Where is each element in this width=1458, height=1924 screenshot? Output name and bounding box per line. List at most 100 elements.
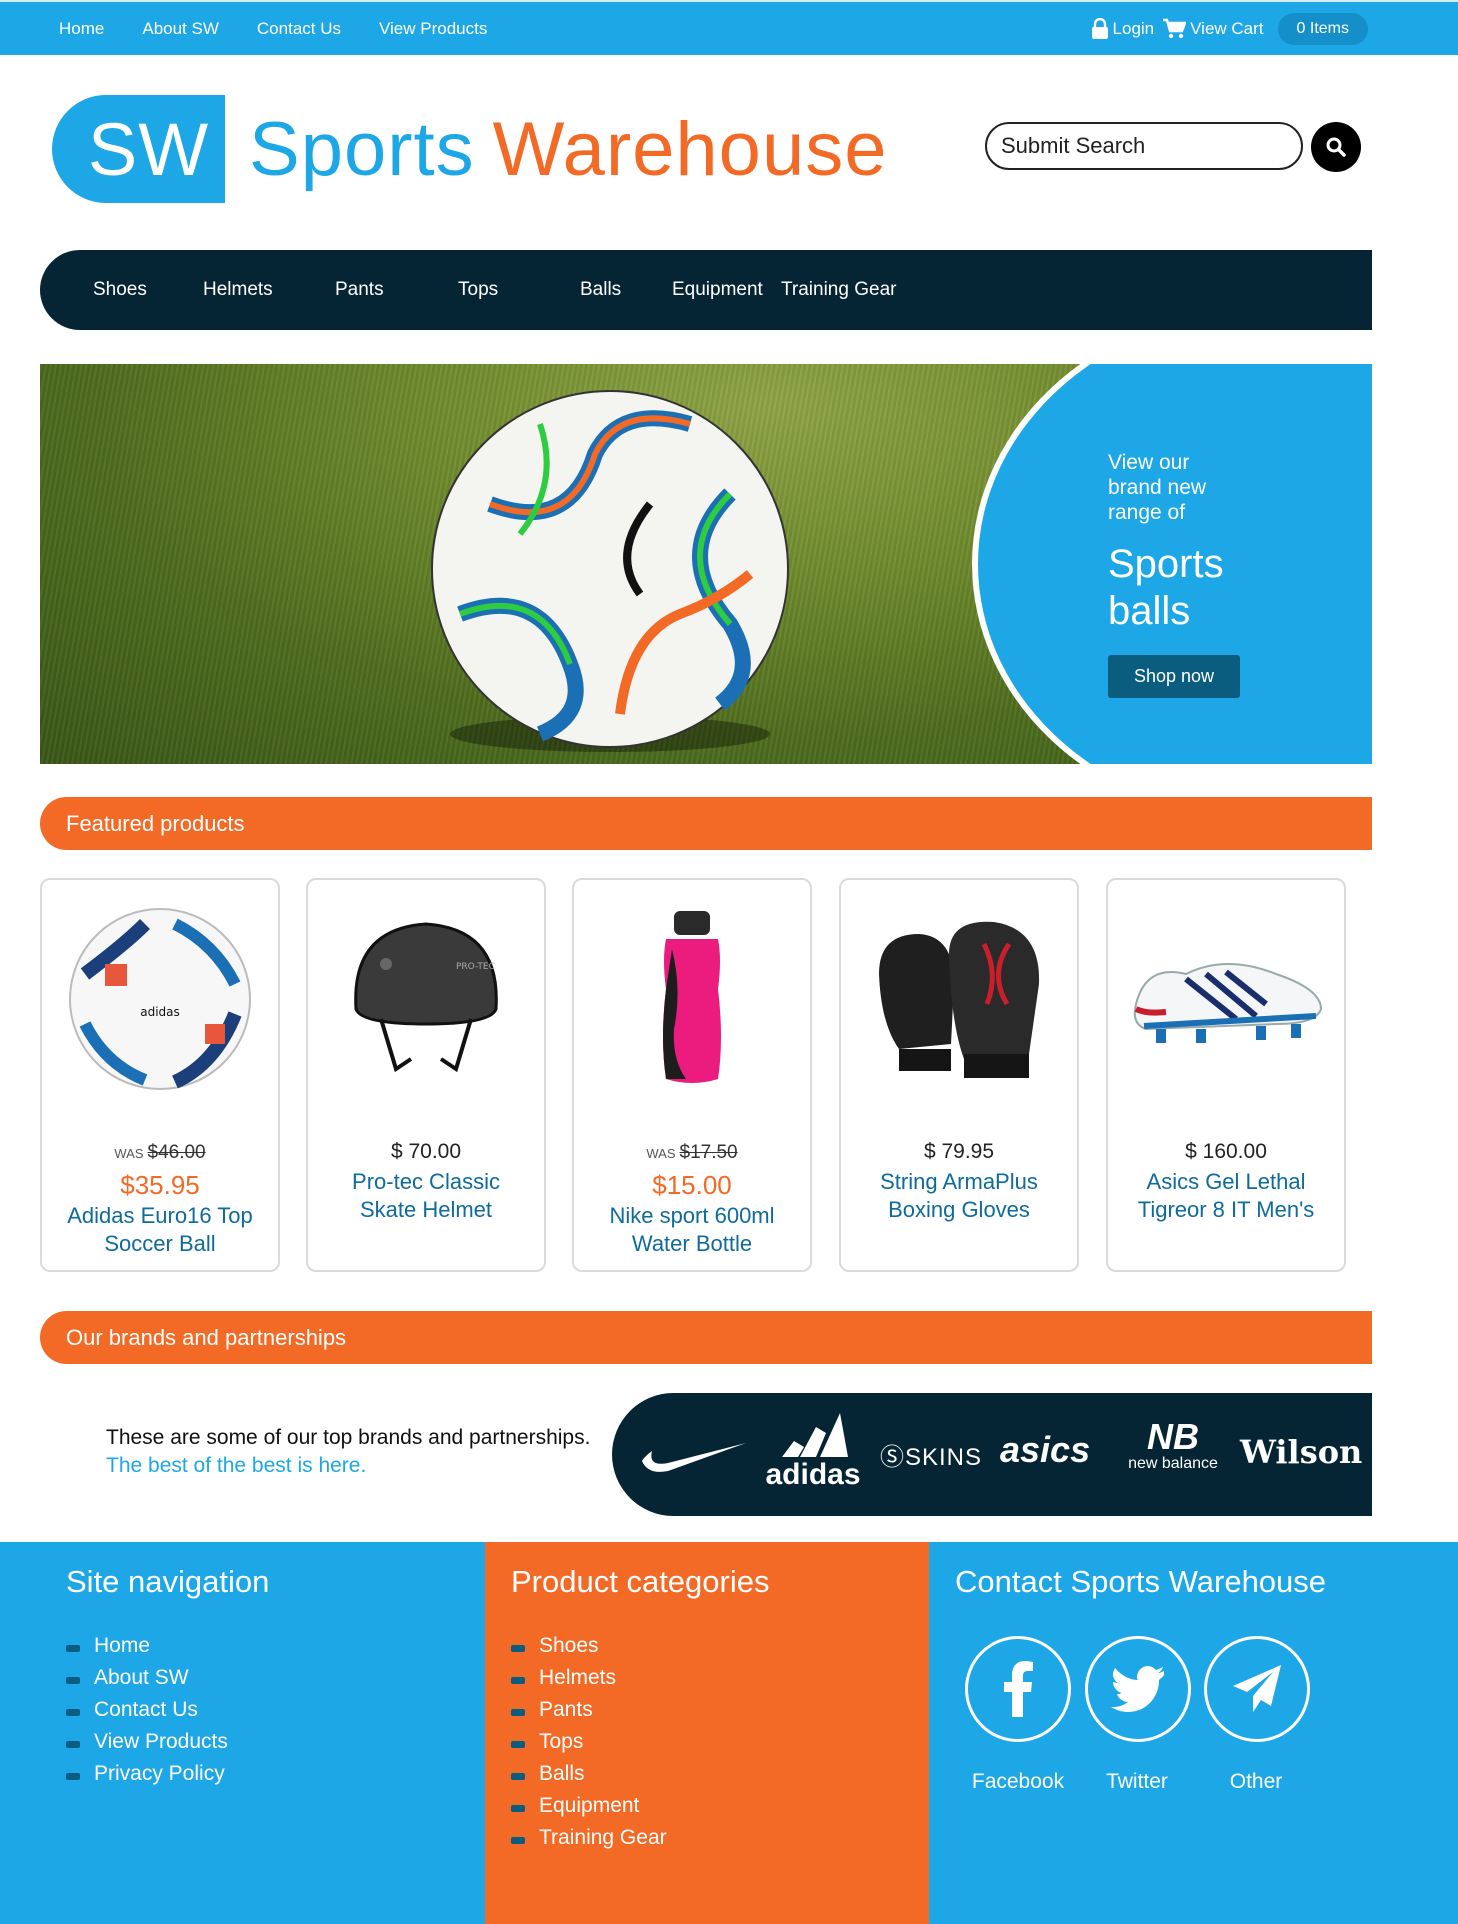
svg-text:adidas: adidas	[140, 1005, 180, 1019]
footer-category-item[interactable]: Training Gear	[511, 1822, 667, 1854]
product-name-link[interactable]: Pro-tec Classic Skate Helmet	[308, 1168, 544, 1224]
search-icon	[1326, 137, 1346, 157]
bullet-icon	[511, 1836, 525, 1844]
footer-nav-item[interactable]: Contact Us	[66, 1694, 228, 1726]
twitter-icon	[1111, 1666, 1164, 1712]
soccer-ball-image	[431, 390, 789, 752]
was-amount: $46.00	[147, 1142, 206, 1163]
featured-products-heading: Featured products	[40, 797, 1372, 850]
footer-category-item[interactable]: Equipment	[511, 1790, 667, 1822]
bullet-icon	[511, 1804, 525, 1812]
twitter-label[interactable]: Twitter	[1077, 1770, 1197, 1794]
footer-nav-item[interactable]: Privacy Policy	[66, 1758, 228, 1790]
footer-category-label: Tops	[539, 1730, 584, 1753]
footer-product-categories: Product categories Shoes Helmets Pants T…	[485, 1542, 929, 1924]
footer-category-label: Pants	[539, 1698, 593, 1721]
footer-category-label: Equipment	[539, 1794, 640, 1817]
logo-word-sports: Sports	[249, 106, 475, 192]
cart-items-badge[interactable]: 0 Items	[1277, 12, 1368, 45]
footer-category-label: Shoes	[539, 1634, 599, 1657]
footer-nav-label: Contact Us	[94, 1698, 198, 1721]
footer-category-label: Balls	[539, 1762, 585, 1785]
other-label[interactable]: Other	[1196, 1770, 1316, 1794]
footer-nav-label: Privacy Policy	[94, 1762, 225, 1785]
footer-category-item[interactable]: Pants	[511, 1694, 667, 1726]
product-card[interactable]: PRO-TEC $ 70.00 Pro-tec Classic Skate He…	[306, 878, 546, 1272]
category-shoes[interactable]: Shoes	[93, 279, 147, 301]
product-image: PRO-TEC	[318, 894, 534, 1104]
view-cart-label: View Cart	[1190, 18, 1264, 38]
category-training-gear[interactable]: Training Gear	[781, 279, 896, 301]
product-name-link[interactable]: Adidas Euro16 Top Soccer Ball	[42, 1202, 278, 1258]
view-cart-link[interactable]: View Cart	[1162, 18, 1264, 40]
product-card[interactable]: $ 160.00 Asics Gel Lethal Tigreor 8 IT M…	[1106, 878, 1346, 1272]
top-nav: Home About SW Contact Us View Products	[40, 2, 506, 55]
product-image	[851, 894, 1067, 1104]
brands-link[interactable]: The best of the best is here.	[106, 1452, 590, 1480]
twitter-button[interactable]	[1085, 1636, 1191, 1742]
hero-headline: Sports balls	[1108, 542, 1224, 633]
footer-nav-item[interactable]: About SW	[66, 1662, 228, 1694]
logo-wordmark: Sports Warehouse	[249, 106, 887, 193]
top-nav-about[interactable]: About SW	[142, 19, 219, 39]
football-boot-image	[1133, 963, 1323, 1043]
footer-category-item[interactable]: Tops	[511, 1726, 667, 1758]
site-logo[interactable]: SW Sports Warehouse	[52, 95, 887, 203]
product-name-link[interactable]: String ArmaPlus Boxing Gloves	[841, 1168, 1077, 1224]
login-link[interactable]: Login	[1091, 17, 1154, 40]
send-icon	[1233, 1665, 1281, 1712]
search-button[interactable]	[1311, 122, 1361, 172]
shop-now-button[interactable]: Shop now	[1108, 655, 1241, 698]
bullet-icon	[511, 1740, 525, 1748]
adidas-wordmark: adidas	[765, 1458, 861, 1491]
footer-category-item[interactable]: Balls	[511, 1758, 667, 1790]
adidas-logo: adidas	[758, 1413, 868, 1492]
hero-small-text: View our brand new range of	[1108, 451, 1207, 524]
top-nav-contact[interactable]: Contact Us	[257, 19, 341, 39]
product-name-link[interactable]: Nike sport 600ml Water Bottle	[574, 1202, 810, 1258]
product-card[interactable]: WAS $17.50 $15.00 Nike sport 600ml Water …	[572, 878, 812, 1272]
bullet-icon	[66, 1740, 80, 1748]
footer-site-navigation: Site navigation Home About SW Contact Us…	[0, 1542, 485, 1924]
other-contact-button[interactable]	[1204, 1636, 1310, 1742]
logo-badge: SW	[52, 95, 225, 203]
bullet-icon	[66, 1772, 80, 1780]
account-area: Login View Cart 0 Items	[1083, 2, 1368, 55]
footer-categories-title: Product categories	[511, 1564, 770, 1599]
product-card[interactable]: adidas WAS $46.00 $35.95 Adidas Euro16 To…	[40, 878, 280, 1272]
footer-nav-item[interactable]: View Products	[66, 1726, 228, 1758]
footer-category-item[interactable]: Helmets	[511, 1662, 667, 1694]
bullet-icon	[66, 1708, 80, 1716]
footer-categories-list: Shoes Helmets Pants Tops Balls Equipment…	[511, 1630, 667, 1854]
lock-icon	[1091, 17, 1108, 39]
top-nav-products[interactable]: View Products	[379, 19, 487, 39]
product-card[interactable]: $ 79.95 String ArmaPlus Boxing Gloves	[839, 878, 1079, 1272]
nike-logo	[642, 1443, 746, 1472]
was-amount: $17.50	[679, 1142, 738, 1163]
category-balls[interactable]: Balls	[580, 279, 621, 301]
product-image: adidas	[52, 894, 268, 1104]
product-was-price: WAS $46.00	[42, 1142, 278, 1164]
search-input[interactable]	[985, 122, 1303, 170]
top-nav-home[interactable]: Home	[59, 19, 104, 39]
new-balance-wordmark: new balance	[1128, 1455, 1218, 1472]
footer-category-item[interactable]: Shoes	[511, 1630, 667, 1662]
facebook-label[interactable]: Facebook	[958, 1770, 1078, 1794]
bullet-icon	[511, 1708, 525, 1716]
category-tops[interactable]: Tops	[458, 279, 498, 301]
soccer-ball-image: adidas	[69, 908, 251, 1090]
product-price: $ 70.00	[390, 1140, 462, 1163]
asics-logo: asics	[1000, 1429, 1091, 1470]
new-balance-logo: NB new balance	[1118, 1419, 1228, 1473]
category-equipment[interactable]: Equipment	[672, 279, 763, 301]
category-pants[interactable]: Pants	[335, 279, 384, 301]
bullet-icon	[66, 1644, 80, 1652]
facebook-button[interactable]	[965, 1636, 1071, 1742]
footer-category-label: Training Gear	[539, 1826, 667, 1849]
was-label: WAS	[646, 1146, 676, 1161]
helmet-image: PRO-TEC	[354, 922, 498, 1073]
product-name-link[interactable]: Asics Gel Lethal Tigreor 8 IT Men's	[1108, 1168, 1344, 1224]
footer-nav-item[interactable]: Home	[66, 1630, 228, 1662]
category-helmets[interactable]: Helmets	[203, 279, 273, 301]
footer-category-label: Helmets	[539, 1666, 617, 1689]
